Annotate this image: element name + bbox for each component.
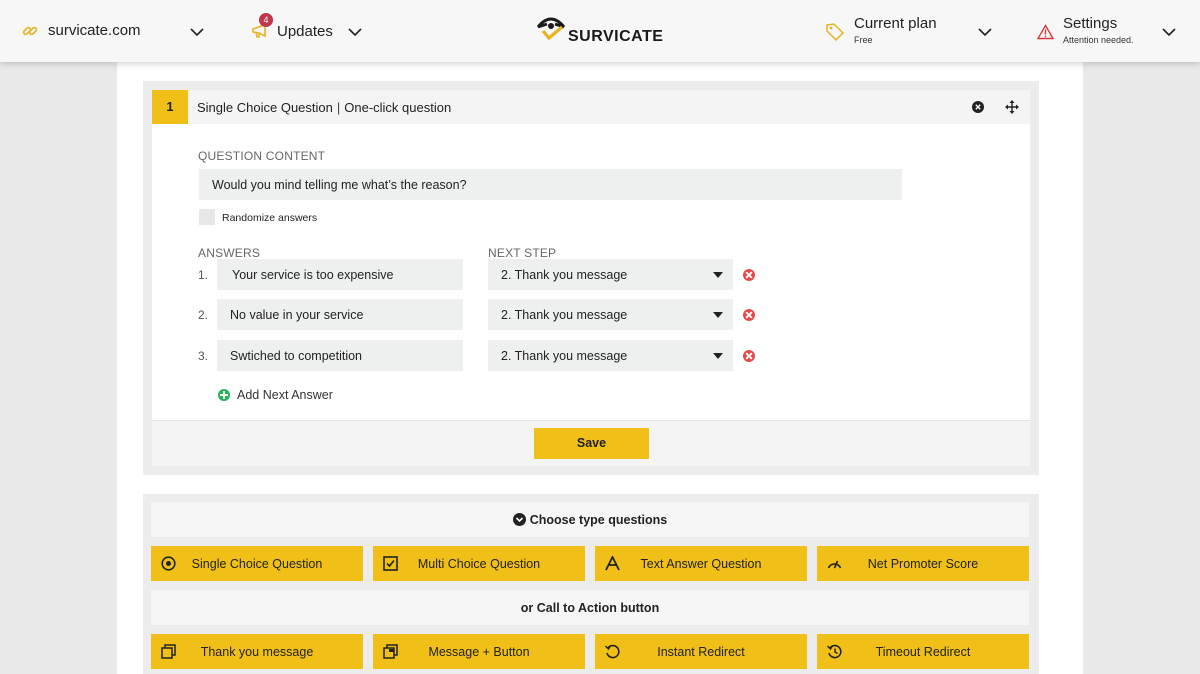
title-separator: | (336, 100, 341, 115)
question-title: Single Choice Question | One-click questio… (197, 100, 451, 115)
timeout-redirect-label: Timeout Redirect (875, 644, 971, 659)
question-content-input[interactable]: Would you mind telling me what’s the rea… (199, 169, 902, 200)
multi-choice-button[interactable]: Multi Choice Question (373, 546, 585, 581)
answer-input[interactable]: Swtiched to competition (217, 340, 463, 371)
question-number: 1 (152, 90, 188, 124)
answer-input[interactable]: No value in your service (217, 299, 463, 330)
randomize-label: Randomize answers (222, 212, 318, 224)
add-answer-label: Add Next Answer (237, 388, 333, 402)
plus-icon (218, 389, 230, 401)
answer-number: 1. (198, 268, 209, 282)
next-step-label: NEXT STEP (488, 246, 557, 260)
question-header: 1 Single Choice Question | One-click quest… (152, 90, 1030, 124)
save-button[interactable]: Save (534, 428, 649, 459)
next-step-value: 2. Thank you message (501, 267, 628, 282)
instant-redirect-label: Instant Redirect (657, 644, 745, 659)
close-icon[interactable] (972, 101, 984, 113)
cta-header: or Call to Action button (151, 590, 1029, 625)
current-plan-menu[interactable]: Current plan Free (825, 15, 937, 45)
next-step-value: 2. Thank you message (501, 348, 628, 363)
question-editor: 1 Single Choice Question | One-click quest… (152, 90, 1030, 466)
cta-label: or Call to Action button (520, 600, 660, 615)
move-icon[interactable] (1005, 100, 1019, 114)
question-content-label: QUESTION CONTENT (198, 149, 326, 163)
choose-type-label: Choose type questions (529, 512, 668, 527)
redirect-icon (605, 644, 620, 659)
single-choice-label: Single Choice Question (191, 556, 323, 571)
thank-you-label: Thank you message (200, 644, 314, 659)
next-step-select[interactable]: 2. Thank you message (488, 259, 733, 290)
answer-number: 2. (198, 308, 209, 322)
answer-input[interactable]: Your service is too expensive (217, 259, 463, 290)
nps-label: Net Promoter Score (867, 556, 979, 571)
chevron-down-icon[interactable] (1162, 27, 1176, 37)
dropdown-caret-icon (713, 272, 723, 278)
thank-you-button[interactable]: Thank you message (151, 634, 363, 669)
site-selector[interactable]: survicate.com (22, 22, 141, 39)
chevron-down-icon[interactable] (190, 27, 204, 37)
next-step-select[interactable]: 2. Thank you message (488, 299, 733, 330)
choose-type-toggle[interactable]: Choose type questions (151, 502, 1029, 537)
instant-redirect-button[interactable]: Instant Redirect (595, 634, 807, 669)
radio-icon (161, 556, 176, 571)
delete-answer-icon[interactable] (743, 269, 755, 281)
answer-number: 3. (198, 349, 209, 363)
timeout-redirect-button[interactable]: Timeout Redirect (817, 634, 1029, 669)
text-icon (605, 556, 620, 571)
dropdown-caret-icon (713, 312, 723, 318)
top-bar: survicate.com Updates 4 SURVICATE Curren… (0, 0, 1200, 62)
plan-label: Current plan (854, 15, 937, 32)
plan-name: Free (854, 35, 873, 45)
updates-label: Updates (277, 22, 333, 40)
chevron-down-icon[interactable] (978, 27, 992, 37)
delete-answer-icon[interactable] (743, 309, 755, 321)
tag-icon (826, 23, 845, 42)
question-type-panel: Choose type questions Single Choice Ques… (143, 494, 1039, 674)
chevron-circle-down-icon (512, 513, 526, 526)
settings-menu[interactable]: Settings Attention needed. (1037, 15, 1134, 45)
next-step-select[interactable]: 2. Thank you message (488, 340, 733, 371)
text-answer-button[interactable]: Text Answer Question (595, 546, 807, 581)
question-subtype: One-click question (344, 100, 452, 115)
updates-count-badge: 4 (259, 13, 273, 27)
message-button-icon (383, 644, 398, 659)
message-icon (161, 644, 176, 659)
link-icon (22, 26, 38, 35)
message-button-label: Message + Button (428, 644, 530, 659)
dropdown-caret-icon (713, 353, 723, 359)
logo-mark-icon (536, 17, 566, 41)
next-step-value: 2. Thank you message (501, 307, 628, 322)
single-choice-button[interactable]: Single Choice Question (151, 546, 363, 581)
chevron-down-icon[interactable] (348, 27, 362, 37)
timeout-icon (827, 644, 842, 659)
warning-icon (1037, 24, 1054, 40)
delete-answer-icon[interactable] (743, 350, 755, 362)
gauge-icon (827, 560, 842, 569)
multi-choice-label: Multi Choice Question (417, 556, 541, 571)
logo-text: SURVICATE (568, 28, 664, 45)
nps-button[interactable]: Net Promoter Score (817, 546, 1029, 581)
text-answer-label: Text Answer Question (640, 556, 762, 571)
question-card: 1 Single Choice Question | One-click quest… (143, 81, 1039, 475)
survicate-logo[interactable]: SURVICATE (536, 13, 664, 45)
settings-label: Settings (1063, 15, 1118, 32)
question-footer: Save (152, 420, 1030, 466)
add-answer-button[interactable]: Add Next Answer (218, 388, 333, 402)
question-type: Single Choice Question (197, 100, 333, 115)
randomize-checkbox[interactable] (199, 209, 215, 225)
site-name: survicate.com (48, 22, 141, 39)
message-button-button[interactable]: Message + Button (373, 634, 585, 669)
main-content: 1 Single Choice Question | One-click quest… (117, 62, 1083, 674)
checkbox-icon (383, 556, 398, 571)
answers-label: ANSWERS (198, 246, 261, 260)
settings-status: Attention needed. (1063, 35, 1134, 45)
